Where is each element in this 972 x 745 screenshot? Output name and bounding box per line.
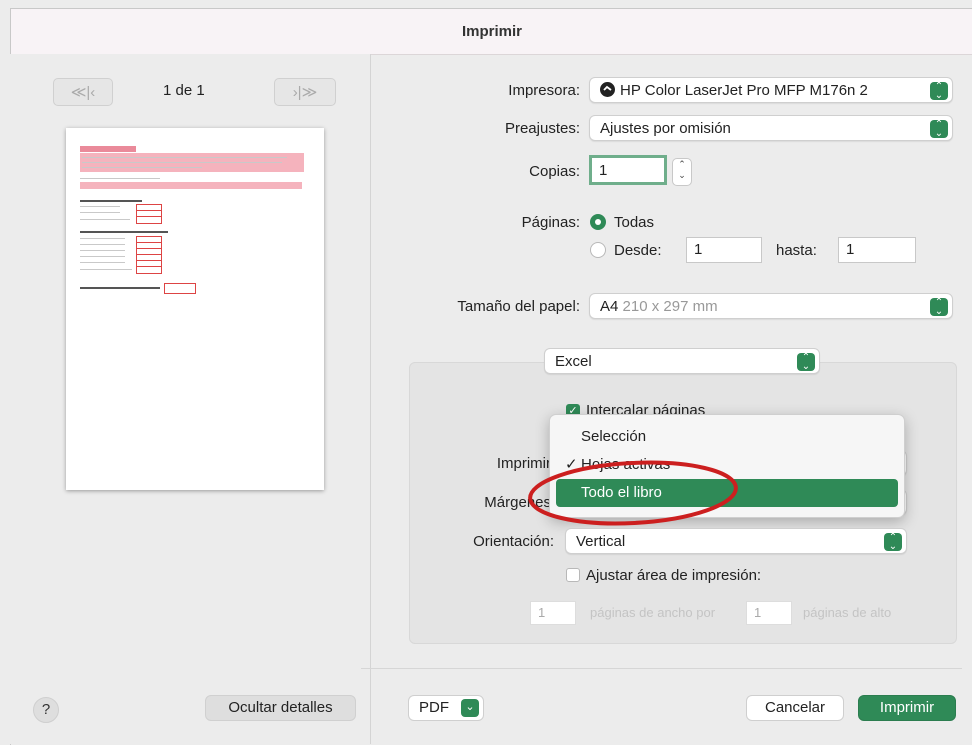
preview-cell (136, 216, 162, 224)
preview-name-band (80, 182, 302, 189)
chevron-down-icon: ⌄ (461, 699, 479, 717)
chevron-updown-icon: ⌃ ⌄ (930, 298, 948, 317)
chevron-updown-icon: ⌃ ⌄ (884, 533, 902, 552)
paper-size-label: Tamaño del papel: (457, 298, 580, 315)
pages-all-radio[interactable] (590, 214, 606, 230)
dialog-title: Imprimir (11, 9, 972, 55)
nav-next-last-label: ›|≫ (292, 84, 318, 101)
fit-tall-label: páginas de alto (803, 605, 892, 620)
preview-heading-bar (80, 146, 136, 152)
preview-text-line (82, 157, 287, 158)
pages-all-label: Todas (614, 214, 655, 231)
printer-name: HP Color LaserJet Pro MFP M176n 2 (620, 82, 868, 99)
stepper-up-icon: ⌃ (678, 159, 686, 169)
fit-area-checkbox[interactable] (566, 568, 580, 582)
preview-text-line (80, 238, 125, 239)
chevron-updown-icon: ⌃ ⌄ (797, 353, 815, 372)
stepper-down-icon: ⌄ (678, 170, 686, 180)
app-section-value: Excel (555, 353, 592, 370)
preview-total-label (80, 287, 160, 289)
chevron-updown-icon: ⌃ ⌄ (930, 120, 948, 139)
page-indicator: 1 de 1 (163, 82, 205, 99)
paper-dims: 210 x 297 mm (622, 298, 718, 315)
pages-to-label: hasta: (776, 242, 817, 259)
orientation-value: Vertical (576, 533, 626, 550)
pdf-menu-button[interactable]: PDF ⌄ (408, 695, 484, 721)
annotation-ellipse (528, 460, 738, 526)
preview-section-title (80, 231, 168, 233)
pages-to-input[interactable]: 1 (838, 237, 916, 263)
preview-text-line (80, 178, 160, 179)
preview-text-line (80, 256, 125, 257)
presets-select[interactable]: Ajustes por omisión ⌃ ⌄ (589, 115, 953, 141)
menu-item-seleccion[interactable]: Selección (556, 423, 898, 451)
pdf-label: PDF (419, 699, 449, 716)
preview-text-line (82, 162, 282, 163)
pages-label: Páginas: (521, 214, 580, 231)
preview-cell (136, 266, 162, 274)
orientation-label: Orientación: (473, 533, 554, 550)
footer-divider (361, 668, 962, 669)
fit-tall-input[interactable]: 1 (746, 601, 792, 625)
preview-total-cell (164, 283, 196, 294)
page-preview (66, 128, 324, 490)
preview-first-prev-nav[interactable]: ≪|‹ (53, 78, 113, 106)
hide-details-button[interactable]: Ocultar detalles (205, 695, 356, 721)
preview-text-line (80, 269, 132, 270)
cancel-button[interactable]: Cancelar (746, 695, 844, 721)
help-icon: ? (41, 701, 51, 718)
pages-range-radio[interactable] (590, 242, 606, 258)
printer-status-icon (600, 82, 615, 97)
preview-text-line (80, 212, 120, 213)
paper-size-value: A4 (600, 298, 619, 315)
copies-stepper[interactable]: ⌃ ⌄ (672, 158, 692, 186)
chevron-updown-icon: ⌃ ⌄ (930, 82, 948, 101)
presets-value: Ajustes por omisión (600, 120, 731, 137)
presets-label: Preajustes: (504, 120, 580, 137)
preview-next-last-nav[interactable]: ›|≫ (274, 78, 336, 106)
paper-size-select[interactable]: A4 210 x 297 mm ⌃ ⌄ (589, 293, 953, 319)
preview-text-line (82, 167, 202, 168)
printer-label: Impresora: (508, 82, 580, 99)
preview-section-title (80, 200, 142, 202)
fit-area-label: Ajustar área de impresión: (586, 567, 762, 584)
preview-text-line (80, 250, 125, 251)
nav-first-prev-label: ≪|‹ (70, 84, 96, 101)
pages-from-input[interactable]: 1 (686, 237, 762, 263)
preview-text-line (80, 244, 125, 245)
fit-wide-label: páginas de ancho por (590, 605, 716, 620)
pages-from-label: Desde: (614, 242, 662, 259)
app-section-select[interactable]: Excel ⌃ ⌄ (544, 348, 820, 374)
preview-text-line (80, 206, 120, 207)
print-button[interactable]: Imprimir (858, 695, 956, 721)
preview-text-line (80, 262, 125, 263)
copies-input[interactable]: 1 (589, 155, 667, 185)
printer-select[interactable]: HP Color LaserJet Pro MFP M176n 2 ⌃ ⌄ (589, 77, 953, 103)
fit-wide-input[interactable]: 1 (530, 601, 576, 625)
copies-label: Copias: (529, 163, 580, 180)
help-button[interactable]: ? (33, 697, 59, 723)
preview-text-line (80, 219, 130, 220)
